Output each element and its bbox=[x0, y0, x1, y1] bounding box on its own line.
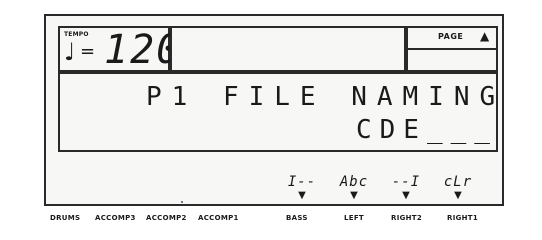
quarter-note-icon: ♩ bbox=[64, 38, 76, 66]
button-label-bass: BASS bbox=[286, 214, 308, 222]
button-label-accomp2: ACCOMP2 bbox=[146, 214, 187, 222]
display-dot bbox=[181, 201, 183, 203]
button-label-right2: RIGHT2 bbox=[391, 214, 423, 222]
tempo-label: TEMPO bbox=[64, 31, 89, 38]
page-box: PAGE ▲ bbox=[406, 26, 498, 72]
triangle-down-icon: ▼ bbox=[402, 190, 410, 201]
triangle-down-icon: ▼ bbox=[298, 190, 306, 201]
page-label: PAGE bbox=[438, 32, 464, 41]
triangle-down-icon: ▼ bbox=[350, 190, 358, 201]
filename-entry: CDE___ bbox=[356, 115, 498, 145]
softkey-label: cLr bbox=[443, 174, 473, 190]
button-label-accomp3: ACCOMP3 bbox=[95, 214, 136, 222]
tempo-box: TEMPO ♩ = 120 bbox=[58, 26, 180, 72]
main-message-box: P1 FILE NAMING CDE___ bbox=[58, 72, 498, 152]
softkey-label: --I bbox=[391, 174, 421, 190]
triangle-down-icon: ▼ bbox=[454, 190, 462, 201]
button-label-left: LEFT bbox=[344, 214, 364, 222]
button-label-right1: RIGHT1 bbox=[447, 214, 479, 222]
softkey-label: I-- bbox=[287, 174, 317, 190]
page-divider bbox=[408, 48, 496, 50]
button-label-accomp1: ACCOMP1 bbox=[198, 214, 239, 222]
softkey-label: Abc bbox=[339, 174, 369, 190]
softkey-1[interactable]: I-- ▼ bbox=[280, 174, 324, 202]
softkey-3[interactable]: --I ▼ bbox=[384, 174, 428, 202]
softkey-4[interactable]: cLr ▼ bbox=[436, 174, 480, 202]
file-naming-title: P1 FILE NAMING bbox=[146, 82, 506, 112]
triangle-up-icon: ▲ bbox=[480, 29, 490, 43]
equals-sign: = bbox=[80, 41, 96, 62]
lcd-display-panel: TEMPO ♩ = 120 PAGE ▲ P1 FILE NAMING CDE_… bbox=[44, 14, 504, 206]
button-label-drums: DRUMS bbox=[50, 214, 81, 222]
softkey-2[interactable]: Abc ▼ bbox=[332, 174, 376, 202]
blank-segment-box bbox=[170, 26, 406, 72]
